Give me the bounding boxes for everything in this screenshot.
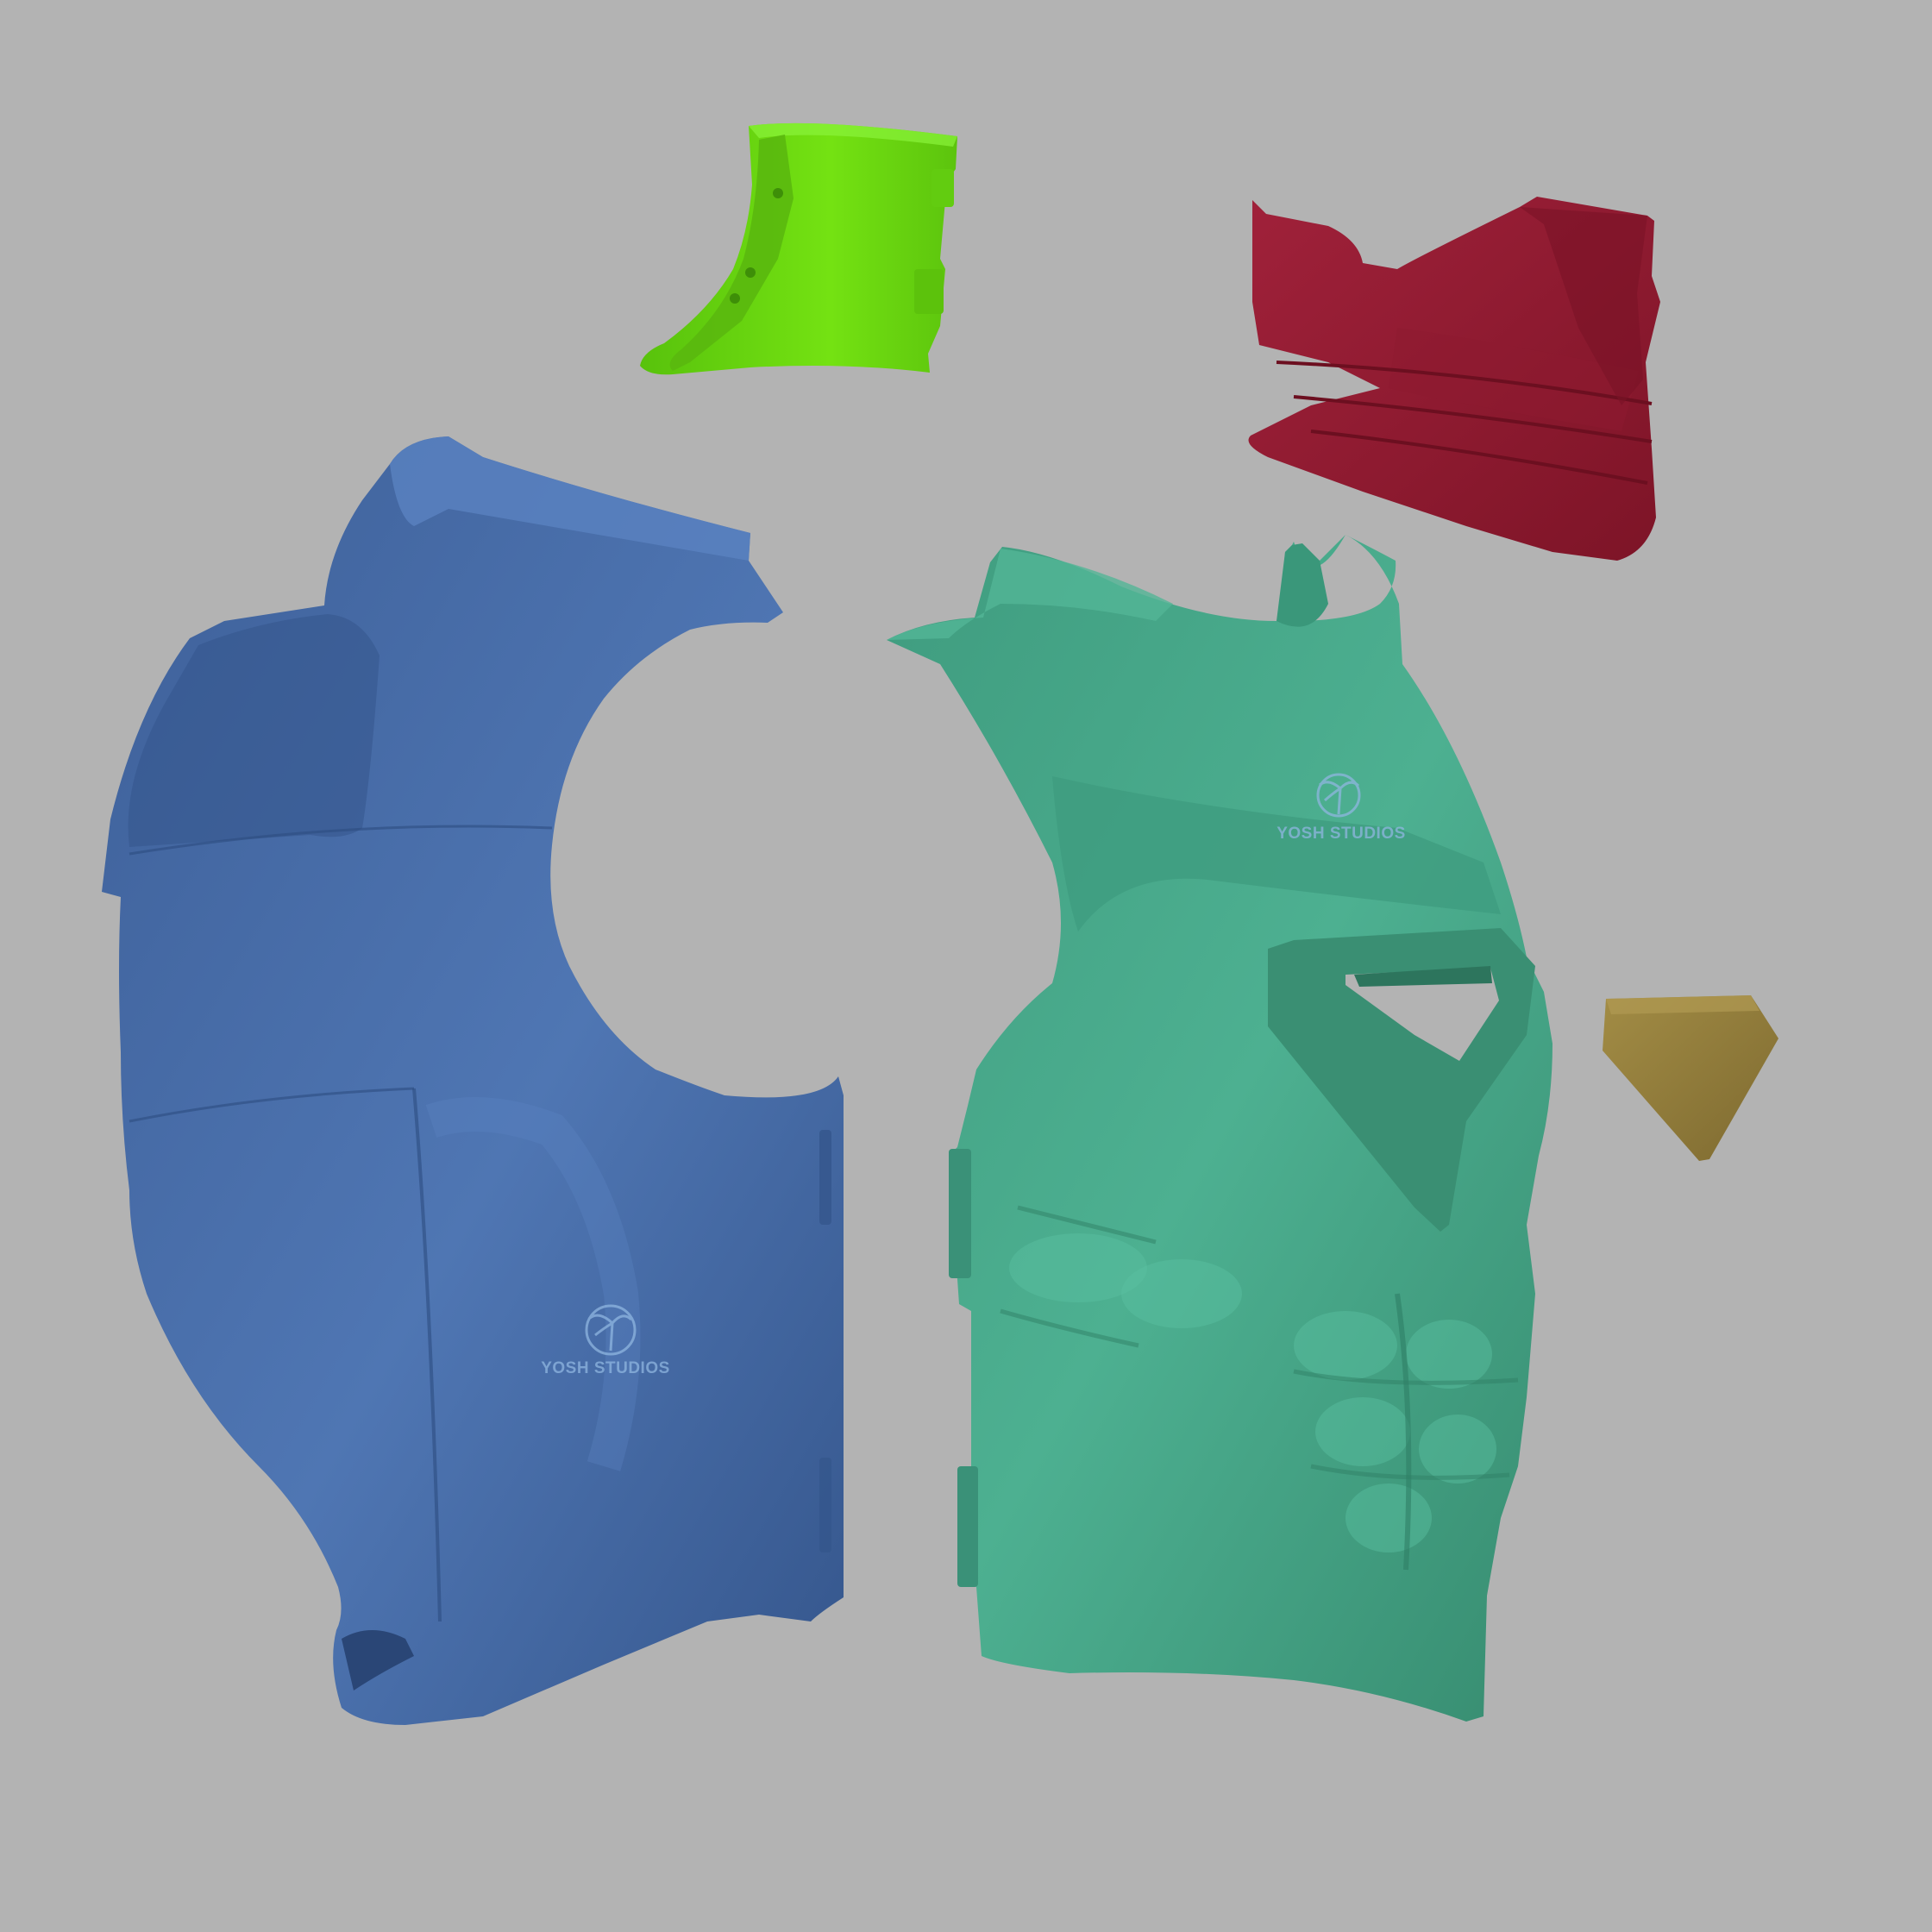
back-armor-piece [102, 436, 844, 1725]
shoulder-collar-piece [640, 122, 957, 375]
watermark-text: YOSH STUDIOS [1276, 825, 1406, 843]
gem-piece [1603, 995, 1778, 1161]
chest-armor-piece [887, 535, 1552, 1722]
render-canvas: YOSH STUDIOS YOSH STUDIOS [102, 122, 1778, 1725]
watermark-text: YOSH STUDIOS [541, 1359, 670, 1377]
neck-collar-piece [1248, 197, 1660, 561]
